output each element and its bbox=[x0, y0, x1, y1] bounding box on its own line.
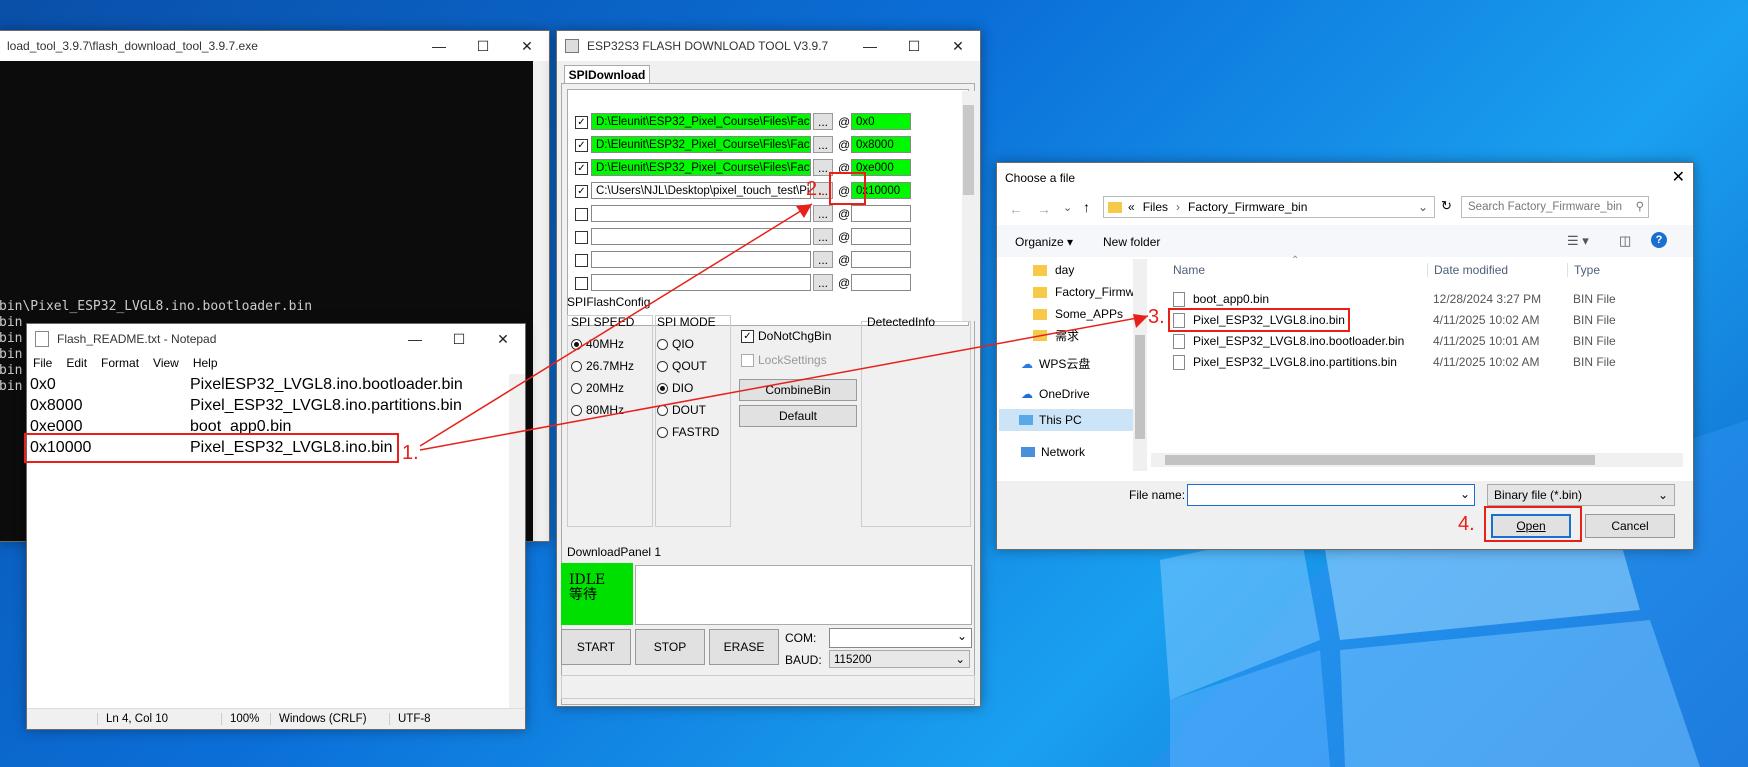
highlight-browse-button bbox=[829, 172, 866, 205]
arrow-head bbox=[796, 204, 812, 218]
annotation-arrows bbox=[419, 203, 1149, 451]
arrow-head bbox=[1133, 314, 1148, 328]
step-3-label: 3. bbox=[1148, 306, 1165, 328]
highlight-row-4 bbox=[24, 433, 399, 463]
arrow-line bbox=[419, 315, 1149, 451]
step-1-label: 1. bbox=[402, 442, 419, 464]
arrow-line bbox=[419, 203, 813, 447]
step-2-label: 2. bbox=[806, 178, 823, 200]
highlight-open-button bbox=[1484, 506, 1582, 542]
highlight-file-row bbox=[1168, 308, 1350, 332]
step-4-label: 4. bbox=[1458, 513, 1475, 535]
